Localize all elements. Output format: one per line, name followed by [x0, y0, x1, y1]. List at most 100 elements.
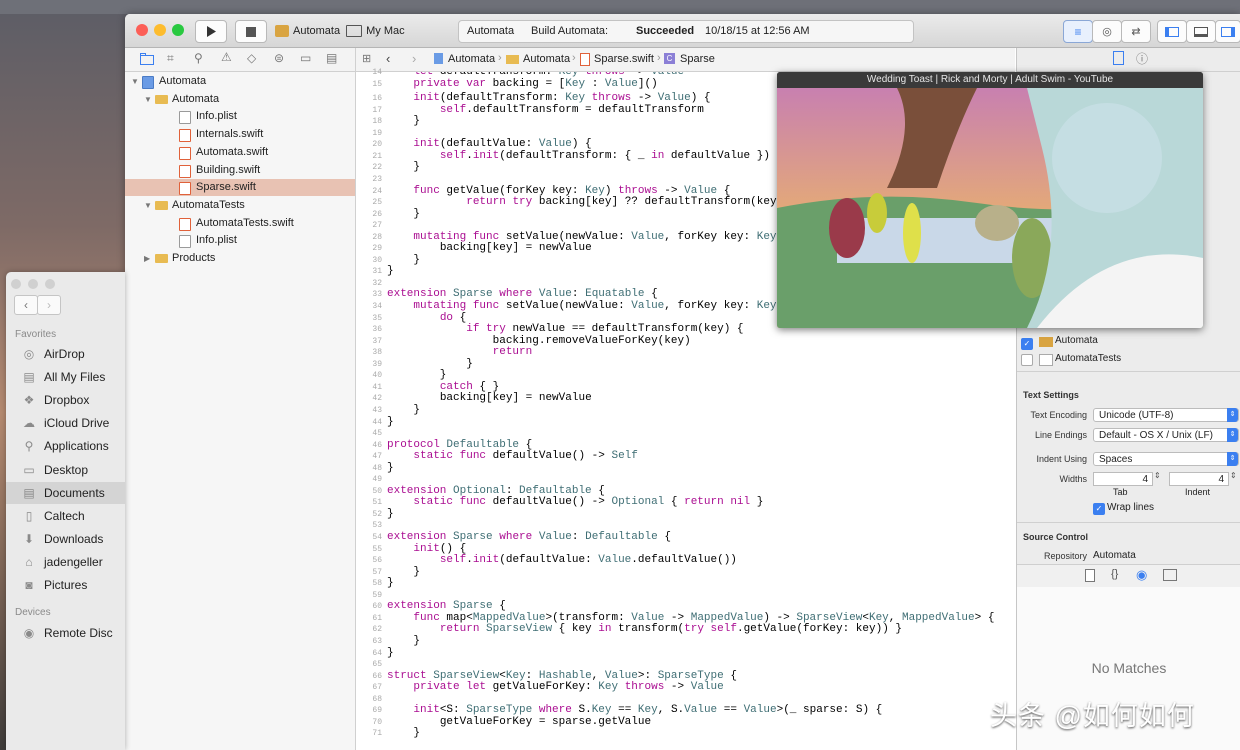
code-line[interactable]: init(defaultTransform: Key throws -> Val… — [387, 92, 710, 104]
code-line[interactable]: } — [387, 727, 420, 739]
code-line[interactable]: } — [387, 416, 394, 428]
navigator-item[interactable]: ▼ AutomataTests — [125, 197, 355, 214]
zoom-window-button[interactable] — [172, 24, 184, 36]
sidebar-item-caltech[interactable]: ▯ Caltech — [6, 505, 125, 527]
report-icon[interactable]: ▤ — [326, 51, 337, 65]
sidebar-item-jadengeller[interactable]: ⌂ jadengeller — [6, 551, 125, 573]
code-line[interactable]: } — [387, 161, 420, 173]
code-line[interactable]: private var backing = [Key : Value]() — [387, 78, 657, 90]
code-line[interactable]: private let getValueForKey: Key throws -… — [387, 681, 723, 693]
code-line[interactable]: catch { } — [387, 381, 499, 393]
toggle-navigator-button[interactable] — [1157, 20, 1187, 43]
minimize-window-button[interactable] — [154, 24, 166, 36]
forward-button[interactable]: › — [37, 295, 61, 315]
sidebar-item-dropbox[interactable]: ❖ Dropbox — [6, 389, 125, 411]
code-line[interactable]: } — [387, 508, 394, 520]
crumb-project[interactable]: Automata — [448, 53, 495, 65]
crumb-file[interactable]: Sparse.swift — [594, 53, 654, 65]
warning-icon[interactable]: ⚠ — [221, 50, 232, 64]
code-line[interactable]: backing[key] = newValue — [387, 392, 592, 404]
media-library-icon[interactable] — [1163, 569, 1177, 581]
code-line[interactable]: extension Sparse where Value: Equatable … — [387, 288, 658, 300]
sidebar-item-airdrop[interactable]: ◎ AirDrop — [6, 343, 125, 365]
stop-button[interactable] — [235, 20, 267, 43]
code-line[interactable]: self.init(defaultValue: Value.defaultVal… — [387, 554, 737, 566]
code-line[interactable]: } — [387, 577, 394, 589]
wrap-lines-checkbox[interactable]: ✓ — [1093, 503, 1105, 515]
breakpoint-icon[interactable]: ▭ — [300, 51, 311, 65]
code-line[interactable]: mutating func setValue(newValue: Value, … — [387, 231, 796, 243]
indent-using-popup[interactable]: Spaces ⇕ — [1093, 452, 1239, 466]
sidebar-item-pictures[interactable]: ◙ Pictures — [6, 574, 125, 596]
indent-width-field[interactable]: 4 — [1169, 472, 1229, 486]
disclosure-closed-icon[interactable]: ▶ — [144, 250, 150, 267]
code-line[interactable]: return — [387, 346, 533, 358]
help-icon[interactable]: ⓘ — [1136, 50, 1148, 67]
version-editor-button[interactable]: ⇄ — [1121, 20, 1151, 43]
run-button[interactable] — [195, 20, 227, 43]
navigator-item[interactable]: Building.swift — [125, 162, 355, 179]
file-inspector-icon[interactable] — [1113, 51, 1124, 65]
code-line[interactable]: extension Sparse where Value: Defaultabl… — [387, 531, 671, 543]
sidebar-item-all-my-files[interactable]: ▤ All My Files — [6, 366, 125, 388]
tab-width-field[interactable]: 4 — [1093, 472, 1153, 486]
code-line[interactable]: } — [387, 254, 420, 266]
navigator-item[interactable]: Info.plist — [125, 232, 355, 249]
scheme-selector[interactable]: Automata My Mac — [275, 21, 405, 40]
code-line[interactable]: } — [387, 566, 420, 578]
disclosure-open-icon[interactable]: ▼ — [131, 73, 139, 90]
back-icon[interactable]: ‹ — [386, 51, 390, 66]
toggle-debug-button[interactable] — [1186, 20, 1216, 43]
code-line[interactable]: mutating func setValue(newValue: Value, … — [387, 300, 796, 312]
navigator-item[interactable]: Sparse.swift — [125, 179, 355, 197]
sidebar-item-remote-disc[interactable]: ◉ Remote Disc — [6, 622, 125, 644]
symbol-navigator-icon[interactable]: ⌗ — [167, 51, 174, 66]
navigator-item[interactable]: Internals.swift — [125, 126, 355, 143]
toggle-utilities-button[interactable] — [1215, 20, 1240, 43]
tab-stepper-icon[interactable]: ⇕ — [1154, 471, 1161, 480]
code-line[interactable]: do { — [387, 312, 466, 324]
related-items-icon[interactable]: ⊞ — [362, 52, 371, 65]
text-encoding-popup[interactable]: Unicode (UTF-8) ⇕ — [1093, 408, 1239, 422]
disclosure-open-icon[interactable]: ▼ — [144, 197, 152, 214]
sidebar-item-applications[interactable]: ⚲ Applications — [6, 435, 125, 457]
code-line[interactable]: init() { — [387, 543, 466, 555]
object-library-icon[interactable]: ◉ — [1136, 567, 1147, 583]
code-line[interactable]: init<S: SparseType where S.Key == Key, S… — [387, 704, 882, 716]
sidebar-item-documents[interactable]: ▤ Documents — [6, 481, 125, 504]
code-line[interactable]: func map<MappedValue>(transform: Value -… — [387, 612, 994, 624]
code-line[interactable]: backing[key] = newValue — [387, 242, 592, 254]
code-line[interactable]: } — [387, 635, 420, 647]
code-line[interactable]: static func defaultValue() -> Optional {… — [387, 496, 763, 508]
crumb-symbol[interactable]: Sparse — [680, 53, 715, 65]
folder-icon[interactable] — [140, 53, 154, 65]
forward-icon[interactable]: › — [412, 51, 416, 66]
sidebar-item-desktop[interactable]: ▭ Desktop — [6, 459, 125, 481]
crumb-folder[interactable]: Automata — [523, 53, 570, 65]
code-line[interactable]: } — [387, 404, 420, 416]
code-line[interactable]: extension Sparse { — [387, 600, 506, 612]
target-tests-checkbox[interactable] — [1021, 354, 1033, 366]
video-player-window[interactable]: Wedding Toast | Rick and Morty | Adult S… — [777, 72, 1203, 328]
code-line[interactable]: } — [387, 358, 473, 370]
line-endings-popup[interactable]: Default - OS X / Unix (LF) ⇕ — [1093, 428, 1239, 442]
code-line[interactable]: protocol Defaultable { — [387, 439, 532, 451]
assistant-editor-button[interactable]: ◎ — [1092, 20, 1122, 43]
indent-stepper-icon[interactable]: ⇕ — [1230, 471, 1237, 480]
close-window-button[interactable] — [136, 24, 148, 36]
code-line[interactable]: } — [387, 462, 394, 474]
code-line[interactable]: } — [387, 647, 394, 659]
code-line[interactable]: } — [387, 265, 394, 277]
code-line[interactable]: } — [387, 208, 420, 220]
code-line[interactable]: struct SparseView<Key: Hashable, Value>:… — [387, 670, 737, 682]
minimize-window-button[interactable] — [28, 279, 38, 289]
code-line[interactable]: if try newValue == defaultTransform(key)… — [387, 323, 743, 335]
search-icon[interactable]: ⚲ — [194, 51, 203, 65]
code-line[interactable]: func getValue(forKey key: Key) throws ->… — [387, 185, 730, 197]
code-line[interactable]: } — [387, 115, 420, 127]
navigator-item[interactable]: AutomataTests.swift — [125, 215, 355, 232]
code-line[interactable]: self.init(defaultTransform: { _ in defau… — [387, 150, 770, 162]
close-window-button[interactable] — [11, 279, 21, 289]
sidebar-item-downloads[interactable]: ⬇ Downloads — [6, 528, 125, 550]
navigator-item[interactable]: ▼ Automata — [125, 73, 355, 90]
